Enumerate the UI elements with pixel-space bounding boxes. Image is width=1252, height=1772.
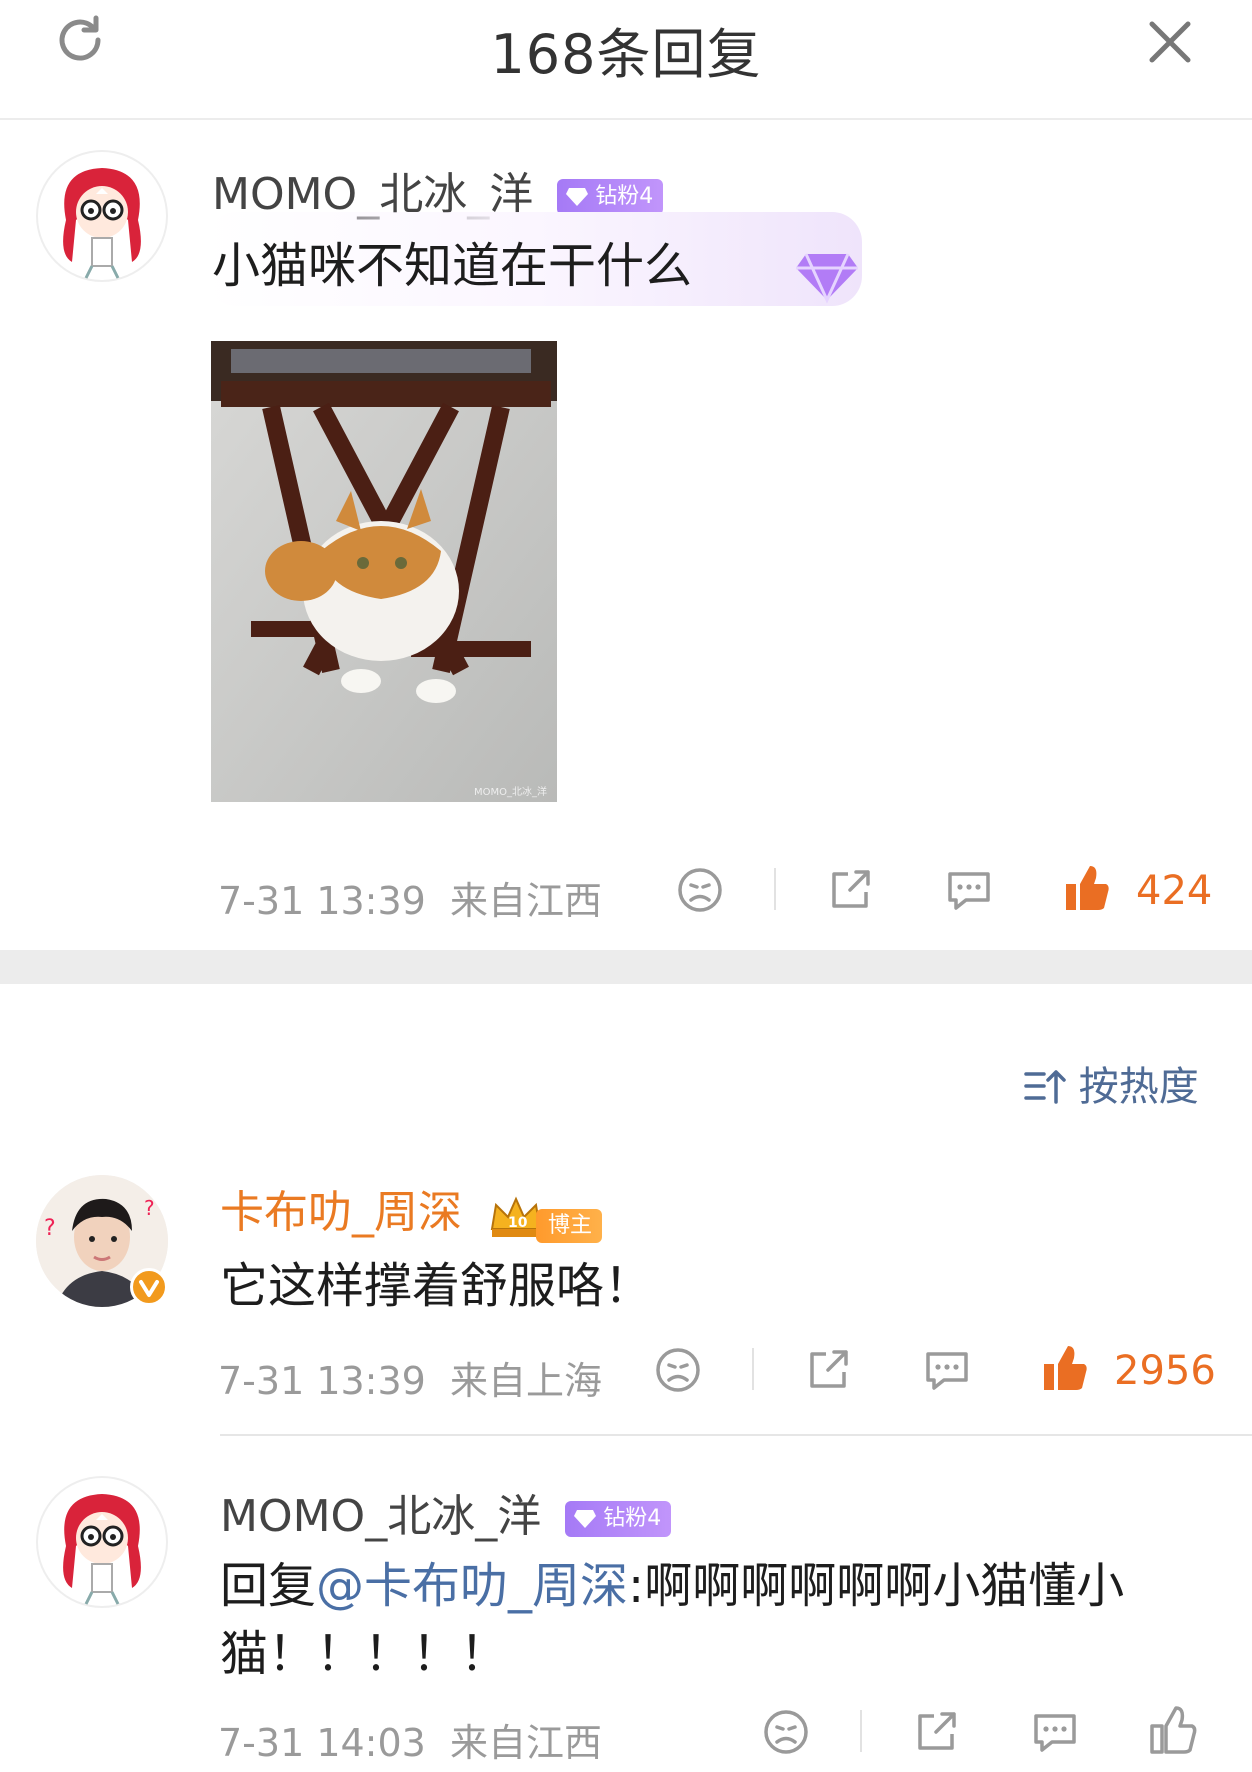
sort-icon xyxy=(1024,1070,1066,1104)
reply-time: 7-31 13:39 来自上海 xyxy=(218,1359,603,1403)
like-icon[interactable] xyxy=(1040,1342,1090,1394)
like-icon[interactable] xyxy=(1148,1704,1198,1756)
watermark: MOMO_北冰_洋 xyxy=(474,787,547,798)
comment-photo[interactable]: MOMO_北冰_洋 xyxy=(211,341,557,802)
avatar[interactable] xyxy=(36,1476,168,1608)
reply-text: 回复@卡布叻_周深:啊啊啊啊啊啊小猫懂小 xyxy=(220,1558,1125,1614)
divider xyxy=(774,868,776,910)
comment-text: 小猫咪不知道在干什么 xyxy=(212,238,693,294)
reply-text: 它这样撑着舒服咯！ xyxy=(220,1258,653,1314)
share-icon[interactable] xyxy=(912,1708,960,1756)
divider xyxy=(752,1348,754,1390)
like-count: 424 xyxy=(1136,868,1213,914)
avatar[interactable] xyxy=(36,150,168,282)
share-icon[interactable] xyxy=(826,866,874,914)
dislike-icon[interactable] xyxy=(762,1708,810,1756)
like-icon[interactable] xyxy=(1062,862,1112,914)
reply-time: 7-31 14:03 来自江西 xyxy=(218,1721,603,1765)
comment-time: 7-31 13:39 来自江西 xyxy=(218,879,603,923)
diamond-icon xyxy=(574,1510,597,1528)
like-count: 2956 xyxy=(1114,1348,1216,1394)
reply-text-line2: 猫！！！！！ xyxy=(220,1626,509,1682)
mention-link[interactable]: @卡布叻_周深 xyxy=(316,1558,628,1614)
blogger-badge: 10 博主 xyxy=(488,1195,603,1243)
username[interactable]: MOMO_北冰_洋 钻粉4 xyxy=(220,1480,672,1544)
svg-text:?: ? xyxy=(44,1216,56,1241)
comment-icon[interactable] xyxy=(944,866,994,914)
share-icon[interactable] xyxy=(804,1346,852,1394)
close-icon[interactable] xyxy=(1146,18,1194,66)
comment-icon[interactable] xyxy=(1030,1708,1080,1756)
diamond-icon xyxy=(566,188,589,206)
fan-badge: 钻粉4 xyxy=(557,179,664,215)
dislike-icon[interactable] xyxy=(676,866,724,914)
header-bar: 168条回复 xyxy=(0,0,1252,120)
fan-badge: 钻粉4 xyxy=(565,1501,672,1537)
sort-toggle[interactable]: 按热度 xyxy=(1024,1054,1199,1112)
diamond-icon xyxy=(796,253,858,304)
page-title: 168条回复 xyxy=(490,23,762,86)
svg-text:10: 10 xyxy=(508,1215,528,1231)
svg-text:?: ? xyxy=(144,1196,155,1220)
verified-icon xyxy=(130,1268,168,1306)
cat-photo xyxy=(211,341,557,802)
divider xyxy=(860,1710,862,1752)
reply-separator xyxy=(220,1434,1252,1436)
username[interactable]: 卡布叻_周深 10 博主 xyxy=(220,1176,603,1243)
section-divider xyxy=(0,950,1252,984)
comment-icon[interactable] xyxy=(922,1346,972,1394)
dislike-icon[interactable] xyxy=(654,1346,702,1394)
